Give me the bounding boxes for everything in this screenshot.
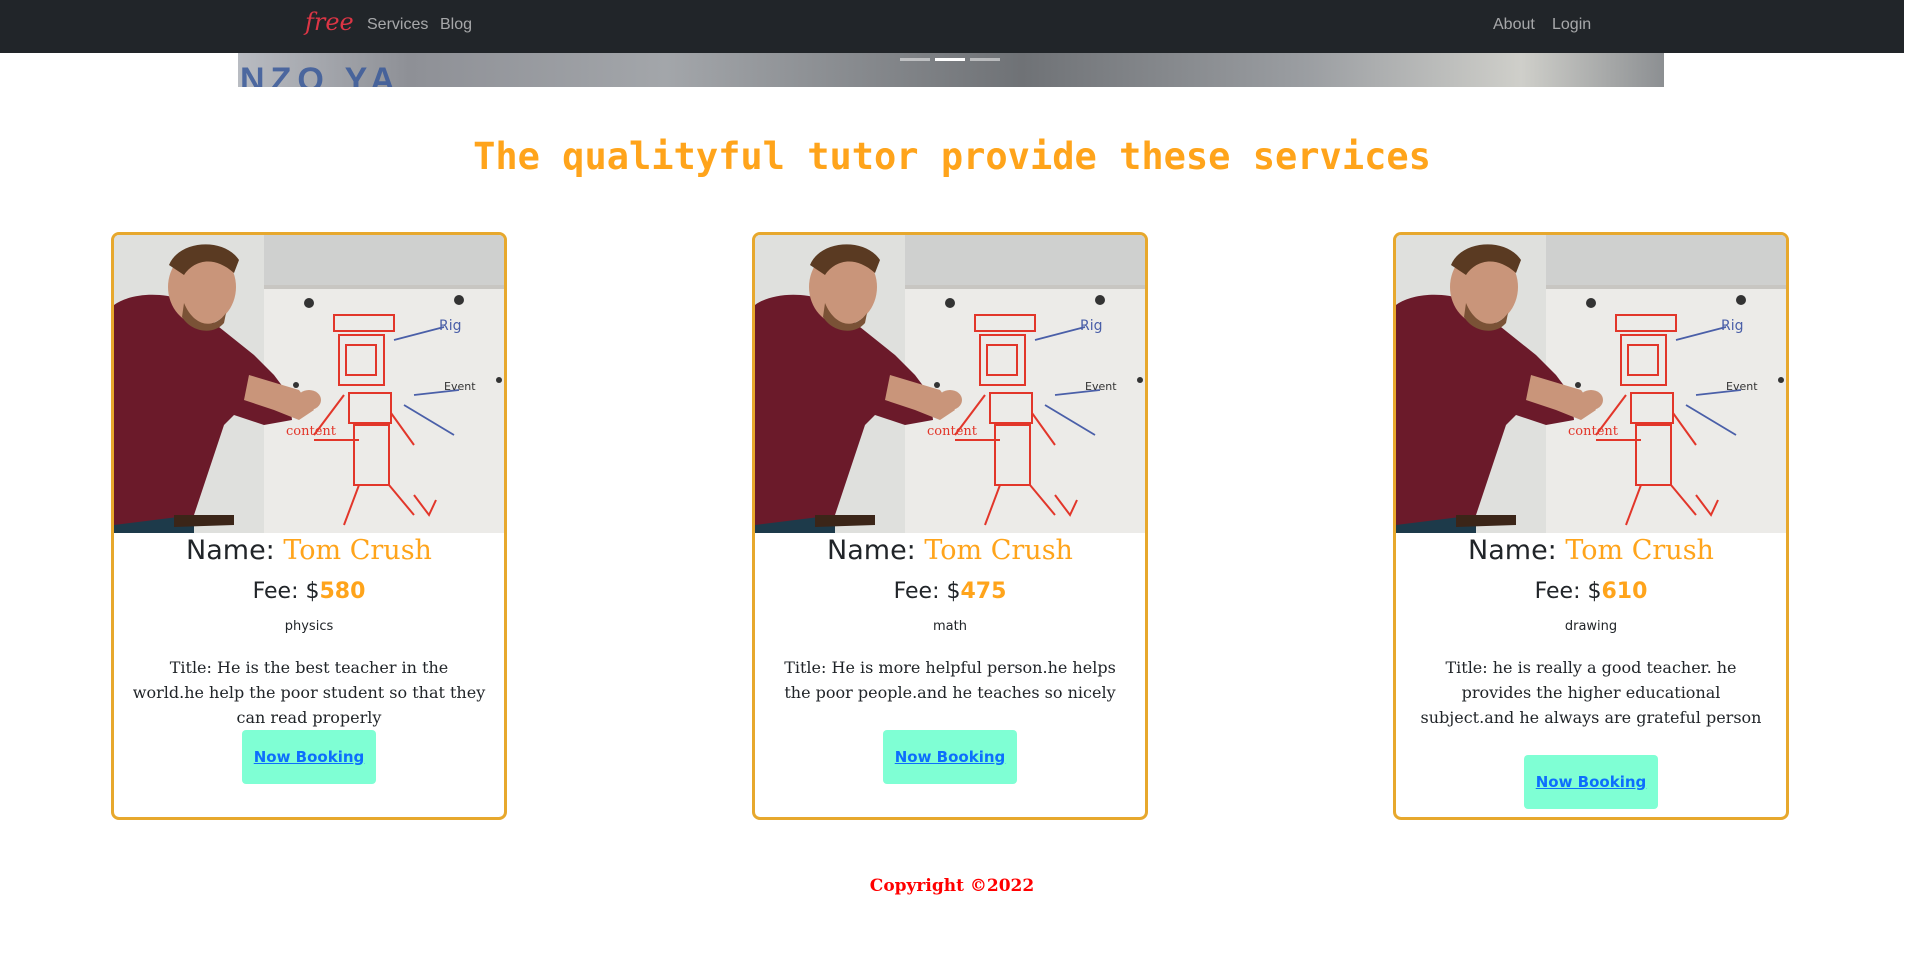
- footer-copyright: Copyright ©2022: [869, 876, 1035, 896]
- tutor-name: Name: Tom Crush: [114, 535, 504, 566]
- name-value: Tom Crush: [1565, 535, 1714, 566]
- tutor-photo: [114, 235, 504, 533]
- nav-link-about[interactable]: About: [1493, 16, 1535, 34]
- carousel-indicator-1[interactable]: [900, 58, 930, 61]
- fee-value: 475: [960, 579, 1007, 604]
- tutor-name: Name: Tom Crush: [755, 535, 1145, 566]
- tutor-fee: Fee: $580: [114, 579, 504, 604]
- tutor-subject: math: [933, 619, 967, 634]
- tutor-subject: physics: [284, 619, 334, 634]
- name-value: Tom Crush: [924, 535, 1073, 566]
- now-booking-button[interactable]: Now Booking: [1524, 755, 1658, 809]
- fee-label: Fee: $: [252, 579, 320, 604]
- tutor-description: Title: He is the best teacher in the wor…: [132, 658, 486, 727]
- now-booking-button[interactable]: Now Booking: [242, 730, 376, 784]
- fee-value: 610: [1601, 579, 1648, 604]
- nav-link-services[interactable]: Services: [367, 16, 428, 34]
- tutor-name: Name: Tom Crush: [1396, 535, 1786, 566]
- fee-label: Fee: $: [893, 579, 961, 604]
- nav-link-login[interactable]: Login: [1552, 16, 1591, 34]
- tutor-fee: Fee: $475: [755, 579, 1145, 604]
- tutor-card: Name: Tom Crush Fee: $475 math Title: He…: [752, 232, 1148, 820]
- tutor-card: Name: Tom Crush Fee: $580 physics Title:…: [111, 232, 507, 820]
- services-heading: The qualityful tutor provide these servi…: [473, 135, 1431, 178]
- fee-label: Fee: $: [1534, 579, 1602, 604]
- carousel-indicator-3[interactable]: [970, 58, 1000, 61]
- name-label: Name:: [827, 535, 916, 566]
- now-booking-button[interactable]: Now Booking: [883, 730, 1017, 784]
- tutor-description: Title: he is really a good teacher. he p…: [1420, 658, 1762, 727]
- tutor-card: Name: Tom Crush Fee: $610 drawing Title:…: [1393, 232, 1789, 820]
- nav-link-blog[interactable]: Blog: [440, 16, 472, 34]
- brand-logo[interactable]: free: [305, 8, 354, 36]
- carousel-image-text: NZO YA: [240, 61, 401, 87]
- tutor-fee: Fee: $610: [1396, 579, 1786, 604]
- tutor-photo: [1396, 235, 1786, 533]
- name-label: Name:: [1468, 535, 1557, 566]
- tutor-subject: drawing: [1564, 619, 1618, 634]
- top-navbar: free Services Blog About Login: [0, 0, 1904, 53]
- tutor-description: Title: He is more helpful person.he help…: [784, 658, 1116, 702]
- carousel-indicator-2[interactable]: [935, 58, 965, 61]
- name-value: Tom Crush: [283, 535, 432, 566]
- fee-value: 580: [319, 579, 366, 604]
- name-label: Name:: [186, 535, 275, 566]
- tutor-photo: [755, 235, 1145, 533]
- hero-carousel: NZO YA: [238, 53, 1664, 87]
